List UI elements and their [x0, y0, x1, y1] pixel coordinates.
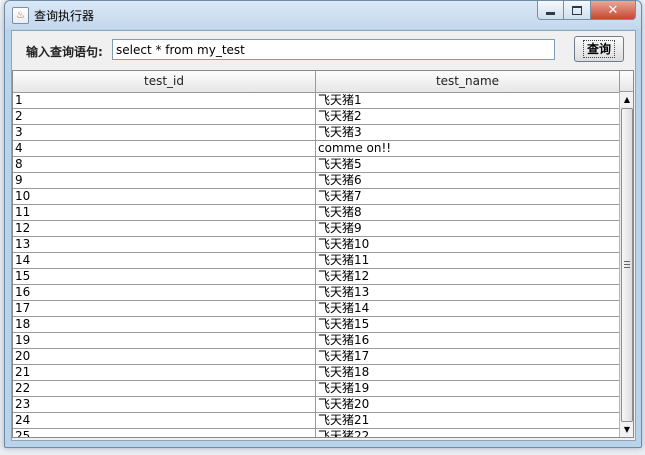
table-body: 1 飞天猪1 2 飞天猪2 3 飞天猪3 4 comme on!! 8 飞天猪5 9 飞天猪6 10 飞天…: [13, 93, 619, 437]
cell-test-id[interactable]: 25: [13, 429, 316, 437]
cell-test-id[interactable]: 11: [13, 205, 316, 220]
cell-test-id[interactable]: 17: [13, 301, 316, 316]
cell-test-name[interactable]: 飞天猪12: [316, 269, 619, 284]
minimize-button[interactable]: [537, 1, 564, 20]
cell-test-id[interactable]: 8: [13, 157, 316, 172]
table-row[interactable]: 9 飞天猪6: [13, 173, 619, 189]
table-row[interactable]: 25 飞天猪22: [13, 429, 619, 437]
cell-test-id[interactable]: 21: [13, 365, 316, 380]
cell-test-name[interactable]: 飞天猪20: [316, 397, 619, 412]
close-button[interactable]: ✕: [591, 1, 636, 20]
cell-test-name[interactable]: 飞天猪6: [316, 173, 619, 188]
results-table: test_id test_name 1 飞天猪1 2 飞天猪2 3 飞天猪3 4 comme …: [12, 70, 634, 438]
table-row[interactable]: 12 飞天猪9: [13, 221, 619, 237]
table-row[interactable]: 10 飞天猪7: [13, 189, 619, 205]
scroll-down-button[interactable]: ▼: [620, 422, 633, 437]
cell-test-name[interactable]: 飞天猪15: [316, 317, 619, 332]
cell-test-id[interactable]: 24: [13, 413, 316, 428]
cell-test-name[interactable]: 飞天猪8: [316, 205, 619, 220]
grip-icon: [624, 261, 630, 268]
table-row[interactable]: 24 飞天猪21: [13, 413, 619, 429]
table-row[interactable]: 3 飞天猪3: [13, 125, 619, 141]
cell-test-id[interactable]: 2: [13, 109, 316, 124]
cell-test-name[interactable]: 飞天猪5: [316, 157, 619, 172]
cell-test-id[interactable]: 14: [13, 253, 316, 268]
table-row[interactable]: 17 飞天猪14: [13, 301, 619, 317]
cell-test-name[interactable]: 飞天猪16: [316, 333, 619, 348]
query-button[interactable]: 查询: [574, 36, 624, 62]
cell-test-name[interactable]: 飞天猪14: [316, 301, 619, 316]
cell-test-id[interactable]: 3: [13, 125, 316, 140]
cell-test-name[interactable]: comme on!!: [316, 141, 619, 156]
cell-test-id[interactable]: 4: [13, 141, 316, 156]
table-row[interactable]: 14 飞天猪11: [13, 253, 619, 269]
table-row[interactable]: 4 comme on!!: [13, 141, 619, 157]
cell-test-name[interactable]: 飞天猪10: [316, 237, 619, 252]
cell-test-id[interactable]: 1: [13, 93, 316, 108]
query-label: 输入查询语句:: [26, 45, 103, 59]
cell-test-name[interactable]: 飞天猪21: [316, 413, 619, 428]
window-title: 查询执行器: [34, 9, 95, 23]
table-header: test_id test_name: [13, 71, 619, 93]
table-row[interactable]: 19 飞天猪16: [13, 333, 619, 349]
cell-test-name[interactable]: 飞天猪11: [316, 253, 619, 268]
cell-test-name[interactable]: 飞天猪19: [316, 381, 619, 396]
table-row[interactable]: 16 飞天猪13: [13, 285, 619, 301]
minimize-icon: [546, 11, 555, 15]
cell-test-id[interactable]: 19: [13, 333, 316, 348]
table-row[interactable]: 11 飞天猪8: [13, 205, 619, 221]
query-button-label: 查询: [582, 40, 615, 58]
cell-test-id[interactable]: 22: [13, 381, 316, 396]
cell-test-id[interactable]: 23: [13, 397, 316, 412]
cell-test-id[interactable]: 20: [13, 349, 316, 364]
cell-test-name[interactable]: 飞天猪22: [316, 429, 619, 437]
table-row[interactable]: 18 飞天猪15: [13, 317, 619, 333]
java-cup-icon: ♨: [12, 7, 29, 24]
query-executor-window: ♨ 查询执行器 ✕ 输入查询语句: 查询 test_id test_name 1…: [4, 0, 642, 448]
cell-test-id[interactable]: 15: [13, 269, 316, 284]
table-row[interactable]: 13 飞天猪10: [13, 237, 619, 253]
table-row[interactable]: 21 飞天猪18: [13, 365, 619, 381]
arrow-up-icon: ▲: [623, 95, 631, 104]
client-area: 输入查询语句: 查询 test_id test_name 1飞天猪12飞天猪23…: [11, 30, 636, 441]
window-controls: ✕: [537, 1, 636, 21]
column-header-test-id[interactable]: test_id: [13, 71, 316, 92]
cell-test-name[interactable]: 飞天猪9: [316, 221, 619, 236]
table-row[interactable]: 8 飞天猪5: [13, 157, 619, 173]
cell-test-name[interactable]: 飞天猪13: [316, 285, 619, 300]
table-row[interactable]: 22 飞天猪19: [13, 381, 619, 397]
table-row[interactable]: 23 飞天猪20: [13, 397, 619, 413]
cell-test-id[interactable]: 12: [13, 221, 316, 236]
cell-test-name[interactable]: 飞天猪7: [316, 189, 619, 204]
cell-test-name[interactable]: 飞天猪1: [316, 93, 619, 108]
arrow-down-icon: ▼: [623, 425, 631, 434]
cell-test-name[interactable]: 飞天猪3: [316, 125, 619, 140]
header-corner: [619, 71, 633, 92]
cell-test-name[interactable]: 飞天猪2: [316, 109, 619, 124]
maximize-button[interactable]: [564, 1, 591, 20]
scroll-up-button[interactable]: ▲: [620, 92, 633, 107]
table-row[interactable]: 15 飞天猪12: [13, 269, 619, 285]
cell-test-id[interactable]: 10: [13, 189, 316, 204]
maximize-icon: [572, 5, 582, 15]
table-row[interactable]: 1 飞天猪1: [13, 93, 619, 109]
cell-test-id[interactable]: 18: [13, 317, 316, 332]
vertical-scrollbar[interactable]: ▲ ▼: [619, 92, 633, 437]
column-header-test-name[interactable]: test_name: [316, 71, 619, 92]
cell-test-id[interactable]: 9: [13, 173, 316, 188]
table-row[interactable]: 2 飞天猪2: [13, 109, 619, 125]
title-bar[interactable]: ♨ 查询执行器 ✕: [5, 1, 641, 29]
cell-test-id[interactable]: 13: [13, 237, 316, 252]
scrollbar-thumb[interactable]: [621, 108, 633, 422]
table-row[interactable]: 20 飞天猪17: [13, 349, 619, 365]
cell-test-id[interactable]: 16: [13, 285, 316, 300]
cell-test-name[interactable]: 飞天猪18: [316, 365, 619, 380]
cell-test-name[interactable]: 飞天猪17: [316, 349, 619, 364]
close-icon: ✕: [607, 2, 619, 18]
query-input[interactable]: [112, 39, 555, 60]
